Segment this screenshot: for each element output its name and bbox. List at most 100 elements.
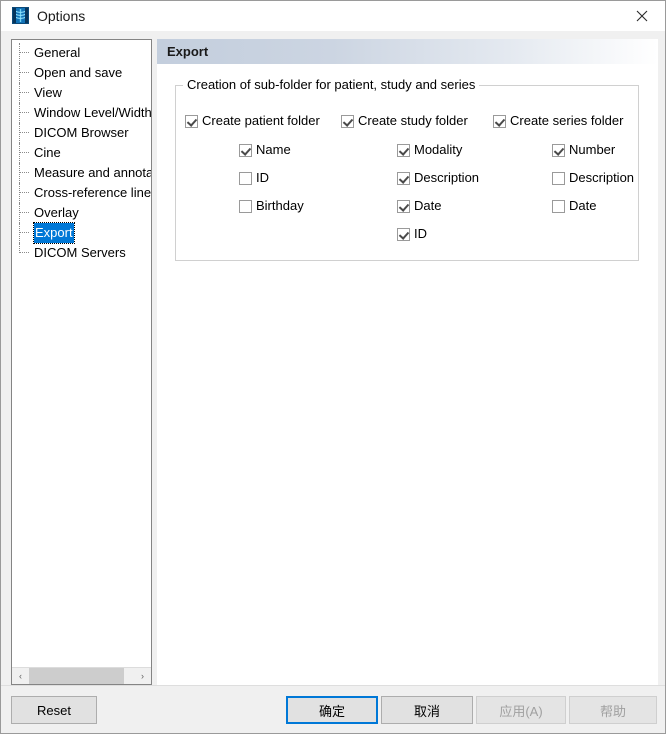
checkbox-patient-birthday[interactable]: Birthday xyxy=(239,198,304,214)
tree-line xyxy=(19,83,20,103)
checkbox-box xyxy=(239,143,252,157)
checkbox-label: Date xyxy=(569,198,597,213)
checkbox-box xyxy=(185,114,198,128)
groupbox-title: Creation of sub-folder for patient, stud… xyxy=(183,77,480,93)
checkbox-box xyxy=(341,114,354,128)
checkbox-study-id[interactable]: ID xyxy=(397,226,427,242)
sidebar-item-label: Cross-reference line xyxy=(34,185,152,200)
tree-line xyxy=(19,183,20,203)
sidebar-item-window-level-width[interactable]: Window Level/Width xyxy=(12,103,151,123)
checkbox-label: Create study folder xyxy=(358,113,468,128)
checkbox-box xyxy=(397,143,410,157)
checkbox-study-date[interactable]: Date xyxy=(397,198,441,214)
tree-line xyxy=(19,223,20,243)
checkbox-patient-id[interactable]: ID xyxy=(239,170,269,186)
tree-dash xyxy=(19,172,29,173)
checkbox-label: Create patient folder xyxy=(202,113,320,128)
sidebar-item-label: Cine xyxy=(34,145,61,160)
checkbox-box xyxy=(239,199,252,213)
checkbox-create-patient-folder[interactable]: Create patient folder xyxy=(185,113,320,129)
sidebar-item-label: Measure and annotation xyxy=(34,165,151,180)
settings-content-panel: Export Creation of sub-folder for patien… xyxy=(157,39,658,685)
sidebar-item-label: Overlay xyxy=(34,205,79,220)
tree-dash xyxy=(19,112,29,113)
checkbox-create-study-folder[interactable]: Create study folder xyxy=(341,113,468,129)
ok-button[interactable]: 确定 xyxy=(286,696,378,724)
sidebar-item-overlay[interactable]: Overlay xyxy=(12,203,151,223)
tree-dash xyxy=(19,252,29,253)
scrollbar-thumb[interactable] xyxy=(29,668,124,684)
sidebar-item-cine[interactable]: Cine xyxy=(12,143,151,163)
apply-button: 应用(A) xyxy=(476,696,566,724)
sidebar-item-label: DICOM Browser xyxy=(34,125,129,140)
checkbox-box xyxy=(493,114,506,128)
sidebar-item-label: Window Level/Width xyxy=(34,105,152,120)
sidebar-item-measure-and-annotation[interactable]: Measure and annotation xyxy=(12,163,151,183)
checkbox-label: Birthday xyxy=(256,198,304,213)
dialog-button-bar: Reset 确定 取消 应用(A) 帮助 xyxy=(1,685,665,733)
checkbox-label: Number xyxy=(569,142,616,157)
close-icon[interactable] xyxy=(619,1,665,31)
sidebar-item-export[interactable]: Export xyxy=(12,222,151,244)
checkbox-label: ID xyxy=(414,226,427,241)
xray-thumbnail-icon xyxy=(12,7,29,24)
checkbox-box xyxy=(552,143,565,157)
tree-dash xyxy=(19,152,29,153)
checkbox-label: Description xyxy=(569,170,635,185)
checkbox-label: Create series folder xyxy=(510,113,624,128)
checkbox-label: Modality xyxy=(414,142,463,157)
sidebar-item-label: DICOM Servers xyxy=(34,245,126,260)
sidebar-item-label: General xyxy=(34,45,81,60)
tree-line xyxy=(19,103,20,123)
checkbox-box xyxy=(552,171,565,185)
tree-dash xyxy=(19,212,29,213)
settings-tree[interactable]: General Open and save View Window Level/… xyxy=(11,39,152,685)
checkbox-series-date[interactable]: Date xyxy=(552,198,596,214)
settings-tree-list: General Open and save View Window Level/… xyxy=(12,43,151,263)
checkbox-patient-name[interactable]: Name xyxy=(239,142,291,158)
help-button: 帮助 xyxy=(569,696,657,724)
checkbox-label: Date xyxy=(414,198,442,213)
checkbox-box xyxy=(397,227,410,241)
checkbox-label: Name xyxy=(256,142,291,157)
tree-dash xyxy=(19,72,29,73)
page-header: Export xyxy=(157,39,658,64)
checkbox-box xyxy=(397,199,410,213)
checkbox-box xyxy=(397,171,410,185)
sidebar-item-open-and-save[interactable]: Open and save xyxy=(12,63,151,83)
checkbox-label: Description xyxy=(414,170,480,185)
sidebar-item-dicom-servers[interactable]: DICOM Servers xyxy=(12,243,151,263)
sidebar-item-label: Open and save xyxy=(34,65,123,80)
sidebar-item-view[interactable]: View xyxy=(12,83,151,103)
checkbox-box xyxy=(552,199,565,213)
tree-dash xyxy=(19,52,29,53)
checkbox-label: ID xyxy=(256,170,269,185)
tree-dash xyxy=(19,232,29,233)
sidebar-item-label: Export xyxy=(33,222,75,244)
options-dialog: Options General Open and save View Windo… xyxy=(0,0,666,734)
checkbox-study-modality[interactable]: Modality xyxy=(397,142,462,158)
tree-line xyxy=(19,43,20,63)
window-title: Options xyxy=(37,8,86,24)
tree-line xyxy=(19,123,20,143)
tree-dash xyxy=(19,192,29,193)
scroll-right-arrow-icon[interactable]: › xyxy=(134,668,151,684)
checkbox-study-description[interactable]: Description xyxy=(397,170,479,186)
checkbox-box xyxy=(239,171,252,185)
tree-line xyxy=(19,63,20,83)
scroll-left-arrow-icon[interactable]: ‹ xyxy=(12,668,29,684)
checkbox-series-description[interactable]: Description xyxy=(552,170,634,186)
tree-line xyxy=(19,163,20,183)
sidebar-item-label: View xyxy=(34,85,62,100)
checkbox-create-series-folder[interactable]: Create series folder xyxy=(493,113,623,129)
sidebar-item-dicom-browser[interactable]: DICOM Browser xyxy=(12,123,151,143)
cancel-button[interactable]: 取消 xyxy=(381,696,473,724)
sidebar-item-cross-reference-line[interactable]: Cross-reference line xyxy=(12,183,151,203)
sidebar-item-general[interactable]: General xyxy=(12,43,151,63)
tree-dash xyxy=(19,132,29,133)
checkbox-series-number[interactable]: Number xyxy=(552,142,615,158)
title-bar: Options xyxy=(1,1,665,31)
reset-button[interactable]: Reset xyxy=(11,696,97,724)
tree-horizontal-scrollbar[interactable]: ‹ › xyxy=(12,667,151,684)
tree-line xyxy=(19,143,20,163)
